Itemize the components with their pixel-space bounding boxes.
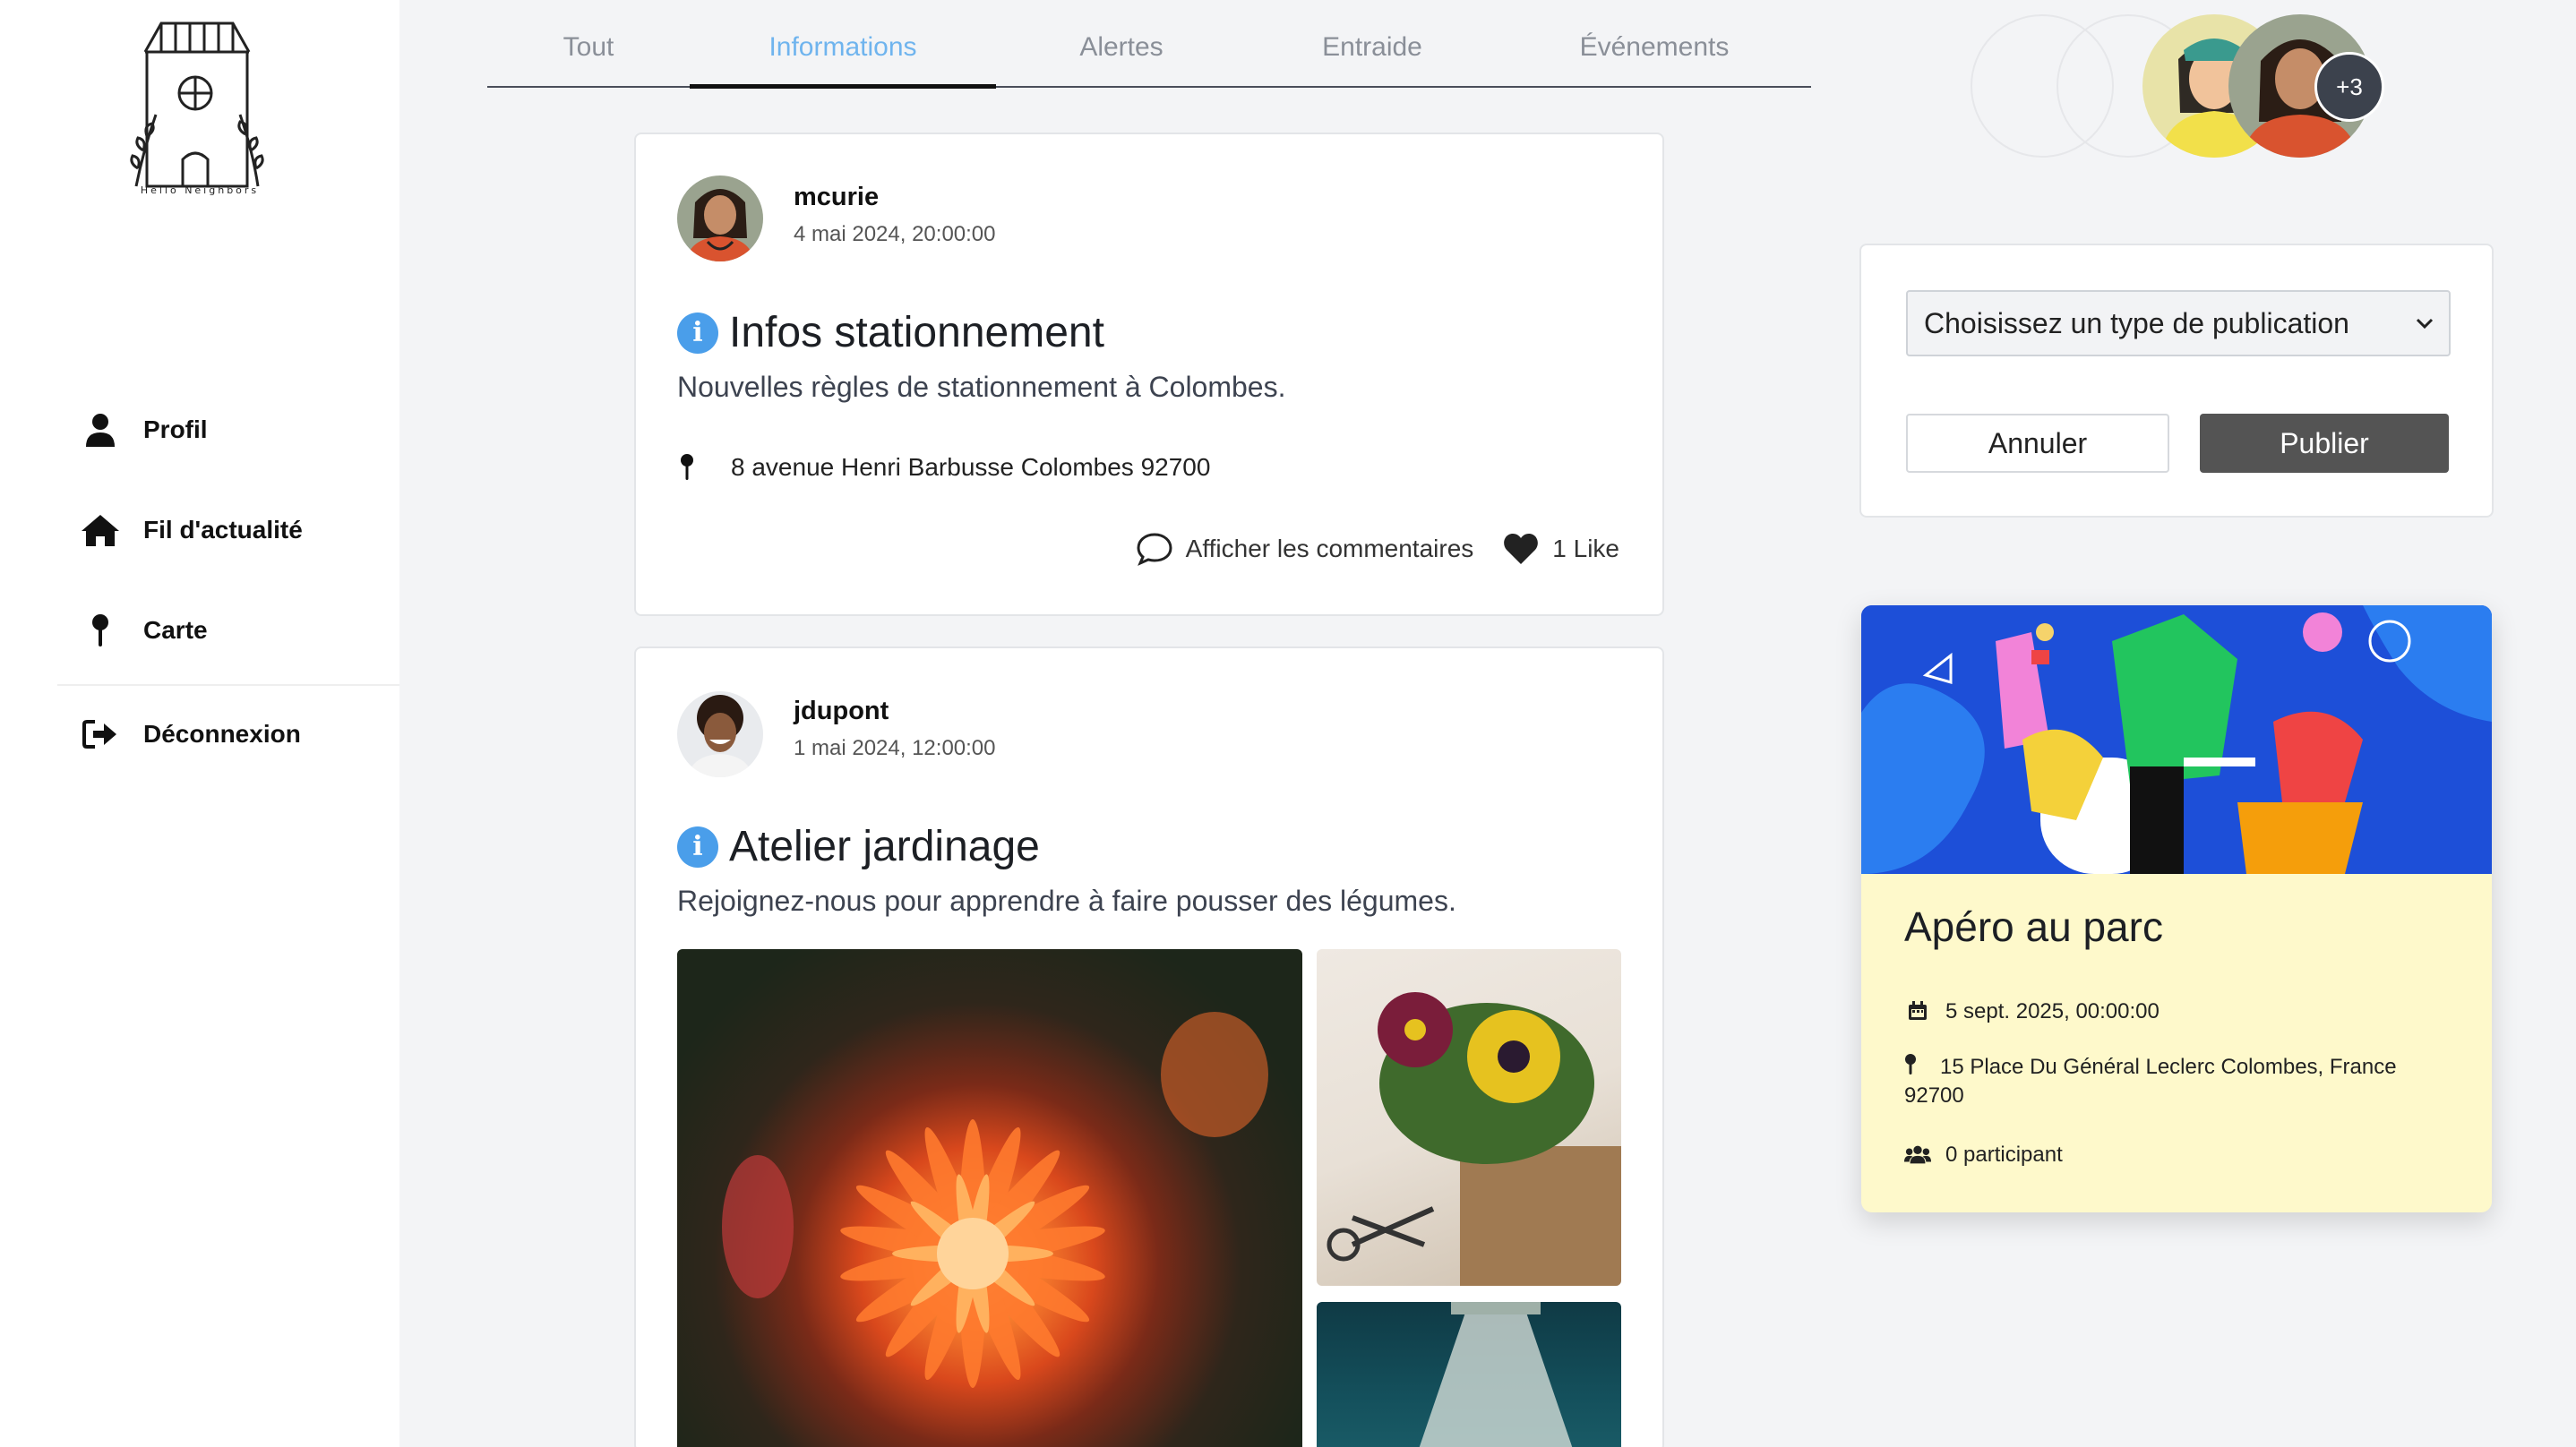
post-card: jdupont 1 mai 2024, 12:00:00 i Atelier j… xyxy=(634,646,1664,1447)
post-image-pansies[interactable] xyxy=(1317,949,1621,1286)
logout-icon xyxy=(81,715,120,754)
avatar[interactable] xyxy=(677,691,763,777)
show-comments-button[interactable]: Afficher les commentaires xyxy=(1136,532,1474,566)
post-author[interactable]: mcurie xyxy=(794,183,879,212)
publish-panel: Choisissez un type de publication Annule… xyxy=(1859,244,2494,518)
info-icon: i xyxy=(677,826,718,868)
logo-text: Hello Neighbors xyxy=(140,184,260,196)
publish-button[interactable]: Publier xyxy=(2200,414,2449,473)
event-participants: 0 participant xyxy=(1945,1143,2063,1167)
sidebar-item-profil[interactable]: Profil xyxy=(57,401,399,458)
post-card: mcurie 4 mai 2024, 20:00:00 i Infos stat… xyxy=(634,133,1664,616)
post-description: Nouvelles règles de stationnement à Colo… xyxy=(677,371,1286,403)
tab-alertes[interactable]: Alertes xyxy=(996,23,1247,86)
like-count: 1 Like xyxy=(1552,535,1619,562)
avatar[interactable] xyxy=(677,176,763,261)
sidebar: Hello Neighbors Profil Fil d'actualité C… xyxy=(0,0,399,1447)
post-actions: Afficher les commentaires 1 Like xyxy=(1136,532,1619,566)
users-icon xyxy=(1904,1141,1931,1164)
post-title-row: i Infos stationnement xyxy=(677,308,1104,357)
post-title-row: i Atelier jardinage xyxy=(677,822,1040,871)
tab-evenements[interactable]: Événements xyxy=(1498,23,1811,86)
event-title: Apéro au parc xyxy=(1904,903,2163,950)
post-date: 4 mai 2024, 20:00:00 xyxy=(794,222,996,246)
tab-informations[interactable]: Informations xyxy=(690,23,996,89)
sidebar-item-label: Déconnexion xyxy=(143,720,301,748)
post-title: Atelier jardinage xyxy=(729,823,1040,870)
event-illustration xyxy=(1861,605,2492,874)
map-pin-icon xyxy=(677,454,697,481)
post-address-text: 8 avenue Henri Barbusse Colombes 92700 xyxy=(731,453,1211,481)
map-pin-icon xyxy=(81,611,120,650)
post-date: 1 mai 2024, 12:00:00 xyxy=(794,736,996,760)
user-icon xyxy=(81,410,120,450)
sidebar-item-label: Fil d'actualité xyxy=(143,516,303,544)
event-date: 5 sept. 2025, 00:00:00 xyxy=(1945,999,2160,1023)
chevron-down-icon xyxy=(2416,318,2434,330)
publication-type-value: Choisissez un type de publication xyxy=(1924,306,2349,339)
event-card[interactable]: Apéro au parc 5 sept. 2025, 00:00:00 15 … xyxy=(1861,605,2492,1212)
map-pin-icon xyxy=(1905,1054,1916,1075)
post-image-watering[interactable] xyxy=(1317,1302,1621,1447)
post-address: 8 avenue Henri Barbusse Colombes 92700 xyxy=(677,453,1210,482)
event-participants-row: 0 participant xyxy=(1904,1141,2063,1169)
info-icon: i xyxy=(677,312,718,354)
sidebar-nav: Profil Fil d'actualité Carte Déconnexion xyxy=(57,401,399,806)
sidebar-item-label: Carte xyxy=(143,616,208,644)
event-address: 15 Place Du Général Leclerc Colombes, Fr… xyxy=(1904,1055,2397,1108)
tab-entraide[interactable]: Entraide xyxy=(1247,23,1498,86)
calendar-icon xyxy=(1904,997,1931,1021)
post-title: Infos stationnement xyxy=(729,309,1104,356)
post-description: Rejoignez-nous pour apprendre à faire po… xyxy=(677,885,1456,917)
sidebar-item-carte[interactable]: Carte xyxy=(57,602,399,659)
tab-tout[interactable]: Tout xyxy=(487,23,690,86)
sidebar-divider xyxy=(57,684,399,686)
like-button[interactable]: 1 Like xyxy=(1502,532,1619,566)
event-address-row: 15 Place Du Général Leclerc Colombes, Fr… xyxy=(1904,1053,2460,1110)
house-logo-icon xyxy=(130,21,264,188)
sidebar-item-deconnexion[interactable]: Déconnexion xyxy=(57,706,399,763)
cancel-button[interactable]: Annuler xyxy=(1906,414,2169,473)
event-date-row: 5 sept. 2025, 00:00:00 xyxy=(1904,997,2160,1026)
filter-tabs: Tout Informations Alertes Entraide Événe… xyxy=(487,23,1811,89)
home-icon xyxy=(81,510,120,550)
publication-type-select[interactable]: Choisissez un type de publication xyxy=(1906,290,2451,356)
heart-icon xyxy=(1504,534,1539,564)
comment-icon xyxy=(1137,533,1172,566)
sidebar-item-fil-actualite[interactable]: Fil d'actualité xyxy=(57,501,399,559)
sidebar-item-label: Profil xyxy=(143,415,208,443)
more-participants-badge[interactable]: +3 xyxy=(2314,52,2384,122)
post-image-flower[interactable] xyxy=(677,949,1302,1447)
show-comments-label: Afficher les commentaires xyxy=(1185,535,1474,562)
post-author[interactable]: jdupont xyxy=(794,697,889,726)
